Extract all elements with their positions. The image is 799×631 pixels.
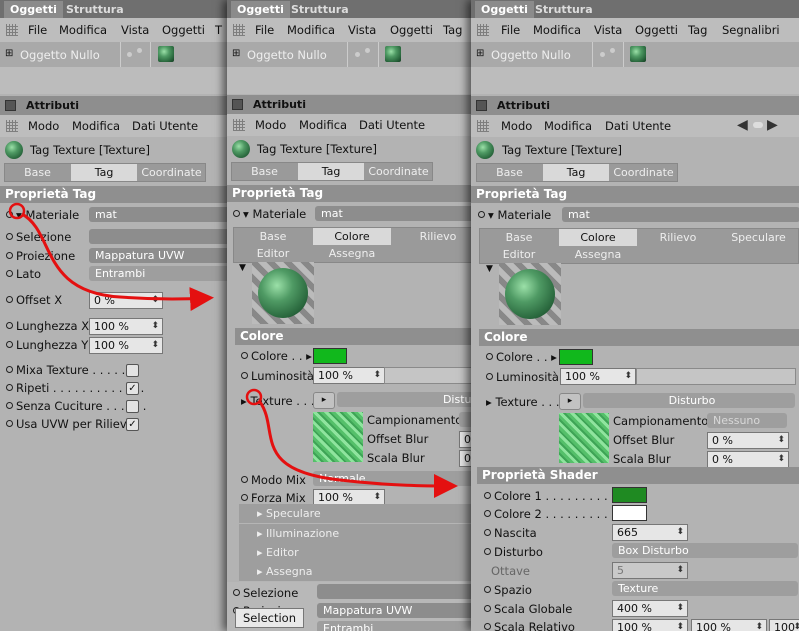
arrow-texture-to-shader bbox=[258, 401, 458, 498]
annotation-overlay bbox=[8, 202, 458, 498]
highlight-circle-materiale bbox=[8, 202, 26, 220]
highlight-circle-texture bbox=[245, 388, 263, 406]
arrow-materiale-to-colore bbox=[21, 212, 214, 311]
